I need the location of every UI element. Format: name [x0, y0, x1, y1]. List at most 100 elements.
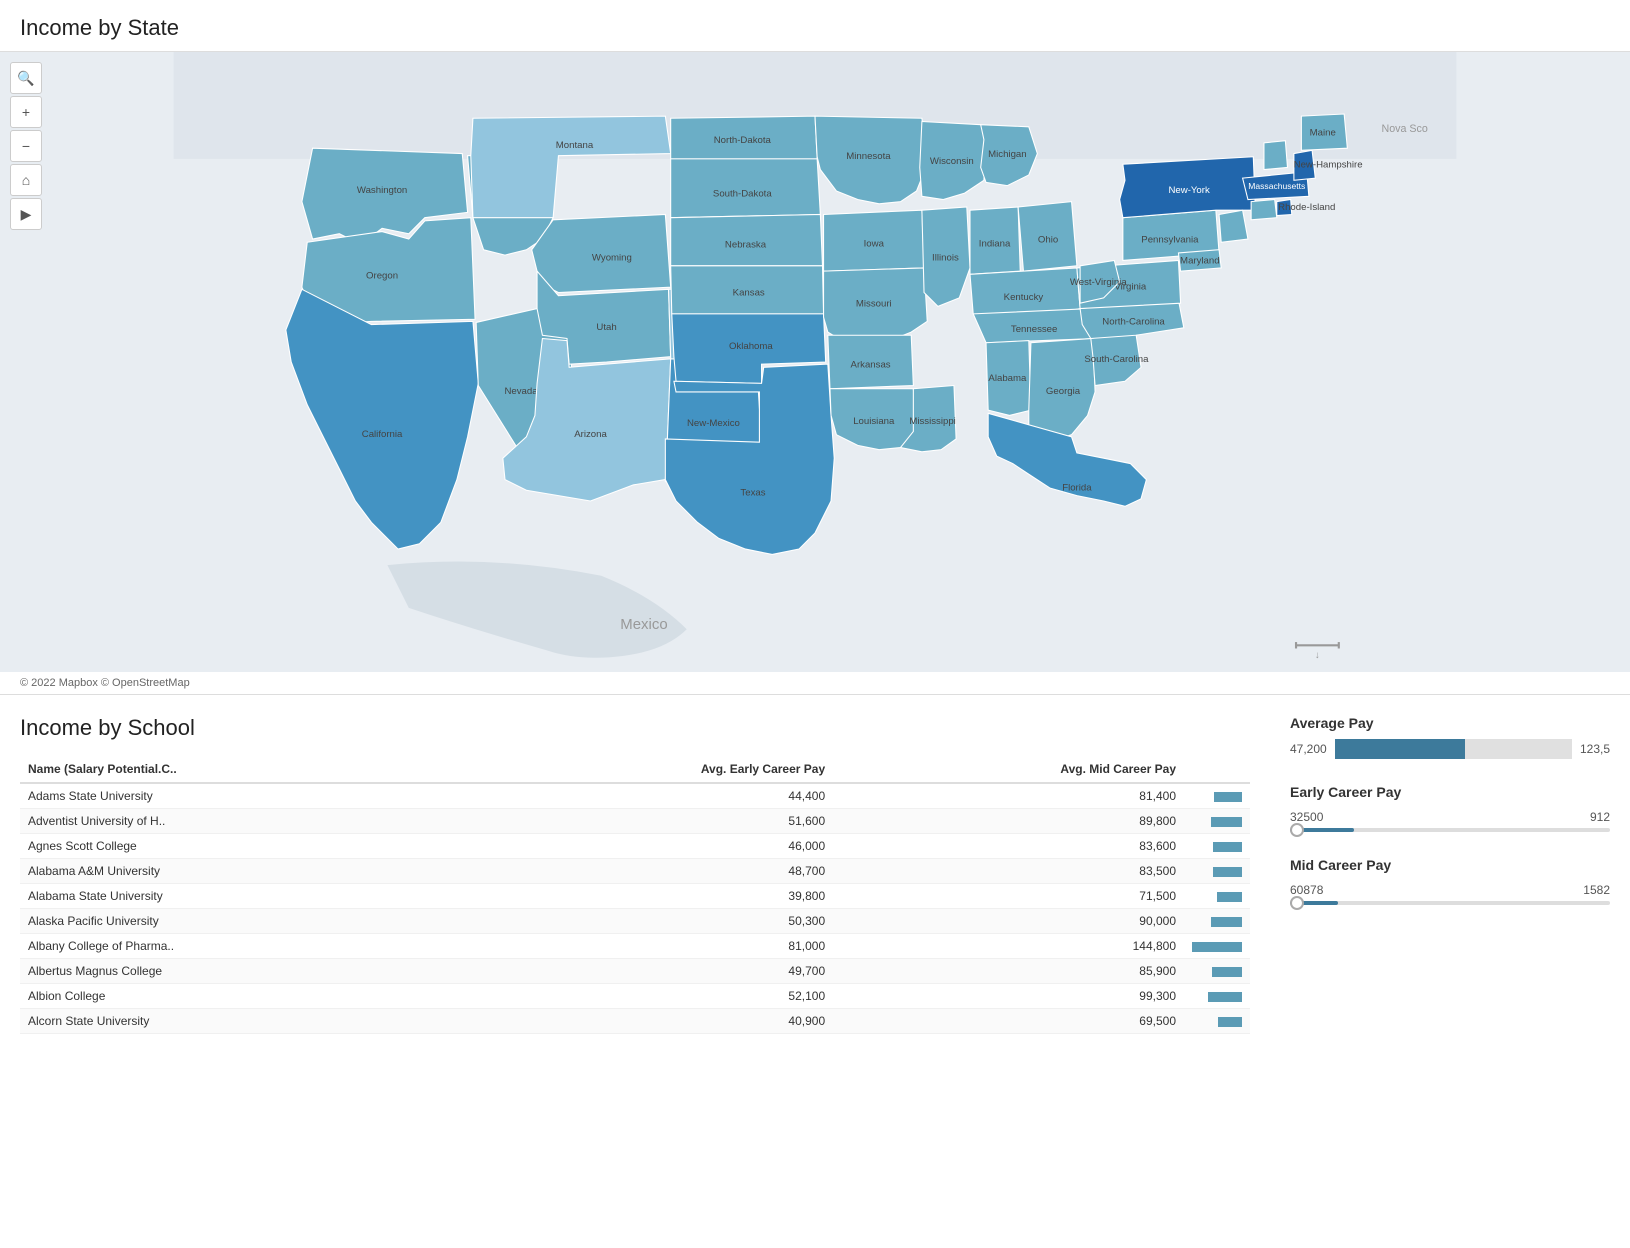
cell-mid: 85,900: [833, 959, 1184, 984]
table-row: Albion College 52,100 99,300: [20, 984, 1250, 1009]
mid-career-slider-container: 60878 1582: [1290, 883, 1610, 905]
cell-bar: [1184, 884, 1250, 909]
cell-mid: 71,500: [833, 884, 1184, 909]
col-name: Name (Salary Potential.C..: [20, 756, 459, 783]
mid-career-labels: 60878 1582: [1290, 883, 1610, 897]
avg-pay-min: 47,200: [1290, 742, 1327, 756]
svg-text:↓: ↓: [1315, 650, 1320, 661]
play-button[interactable]: ▶: [10, 198, 42, 230]
state-new-hampshire[interactable]: [1294, 150, 1315, 180]
cell-early: 51,600: [459, 809, 833, 834]
early-career-track: [1290, 828, 1610, 832]
cell-early: 52,100: [459, 984, 833, 1009]
table-row: Alabama A&M University 48,700 83,500: [20, 859, 1250, 884]
avg-pay-max: 123,5: [1580, 742, 1610, 756]
map-section: 🔍 + − ⌂ ▶: [0, 51, 1630, 695]
state-iowa[interactable]: [824, 210, 924, 271]
mid-career-max: 1582: [1583, 883, 1610, 897]
cell-early: 40,900: [459, 1009, 833, 1034]
state-connecticut[interactable]: [1251, 200, 1277, 220]
state-missouri[interactable]: [824, 268, 928, 341]
state-vermont[interactable]: [1264, 141, 1288, 170]
nova-scotia-label: Nova Sco: [1382, 123, 1428, 135]
search-button[interactable]: 🔍: [10, 62, 42, 94]
early-career-thumb[interactable]: [1290, 823, 1304, 837]
zoom-out-icon: −: [22, 138, 30, 154]
map-attribution: © 2022 Mapbox © OpenStreetMap: [0, 672, 1630, 694]
state-maryland[interactable]: [1178, 250, 1221, 271]
table-row: Alabama State University 39,800 71,500: [20, 884, 1250, 909]
cell-name: Agnes Scott College: [20, 834, 459, 859]
cell-name: Albion College: [20, 984, 459, 1009]
cell-bar: [1184, 809, 1250, 834]
state-arkansas[interactable]: [828, 335, 914, 388]
home-icon: ⌂: [22, 172, 30, 188]
cell-name: Alaska Pacific University: [20, 909, 459, 934]
state-indiana[interactable]: [970, 207, 1020, 274]
cell-mid: 81,400: [833, 783, 1184, 809]
state-south-dakota[interactable]: [671, 159, 821, 218]
cell-name: Alabama A&M University: [20, 859, 459, 884]
state-rhode-island[interactable]: [1277, 200, 1292, 216]
cell-bar: [1184, 984, 1250, 1009]
zoom-in-icon: +: [22, 104, 30, 120]
cell-early: 48,700: [459, 859, 833, 884]
state-wyoming[interactable]: [532, 214, 671, 292]
cell-name: Adams State University: [20, 783, 459, 809]
cell-bar: [1184, 859, 1250, 884]
zoom-out-button[interactable]: −: [10, 130, 42, 162]
cell-name: Alabama State University: [20, 884, 459, 909]
cell-early: 39,800: [459, 884, 833, 909]
cell-bar: [1184, 959, 1250, 984]
early-career-min: 32500: [1290, 810, 1323, 824]
cell-early: 46,000: [459, 834, 833, 859]
cell-mid: 90,000: [833, 909, 1184, 934]
mexico-label: Mexico: [620, 616, 667, 633]
state-nebraska[interactable]: [671, 214, 823, 265]
cell-early: 44,400: [459, 783, 833, 809]
cell-mid: 83,500: [833, 859, 1184, 884]
right-panel: Average Pay 47,200 123,5 Early Career Pa…: [1290, 715, 1610, 1034]
state-north-dakota[interactable]: [671, 116, 817, 159]
early-career-max: 912: [1590, 810, 1610, 824]
home-button[interactable]: ⌂: [10, 164, 42, 196]
state-new-jersey[interactable]: [1219, 210, 1248, 242]
page-title: Income by State: [0, 0, 1630, 51]
state-alabama[interactable]: [986, 341, 1031, 416]
state-new-york[interactable]: [1120, 157, 1256, 218]
early-career-slider-container: 32500 912: [1290, 810, 1610, 832]
search-icon: 🔍: [17, 70, 34, 87]
cell-bar: [1184, 1009, 1250, 1034]
table-row: Adams State University 44,400 81,400: [20, 783, 1250, 809]
avg-pay-fill: [1335, 739, 1465, 759]
cell-mid: 83,600: [833, 834, 1184, 859]
table-header-row: Name (Salary Potential.C.. Avg. Early Ca…: [20, 756, 1250, 783]
zoom-in-button[interactable]: +: [10, 96, 42, 128]
table-row: Albany College of Pharma.. 81,000 144,80…: [20, 934, 1250, 959]
cell-mid: 89,800: [833, 809, 1184, 834]
cell-mid: 69,500: [833, 1009, 1184, 1034]
col-bar: [1184, 756, 1250, 783]
mid-career-thumb[interactable]: [1290, 896, 1304, 910]
school-table: Name (Salary Potential.C.. Avg. Early Ca…: [20, 756, 1250, 1034]
bottom-section: Income by School Name (Salary Potential.…: [0, 695, 1630, 1054]
cell-mid: 144,800: [833, 934, 1184, 959]
us-map: Washington Oregon California Nevada Idah…: [0, 52, 1630, 672]
map-container: 🔍 + − ⌂ ▶: [0, 52, 1630, 672]
early-career-labels: 32500 912: [1290, 810, 1610, 824]
table-section: Income by School Name (Salary Potential.…: [20, 715, 1250, 1034]
mid-career-section: Mid Career Pay 60878 1582: [1290, 857, 1610, 905]
cell-name: Alcorn State University: [20, 1009, 459, 1034]
cell-name: Adventist University of H..: [20, 809, 459, 834]
mid-career-track: [1290, 901, 1610, 905]
cell-early: 81,000: [459, 934, 833, 959]
income-by-school-title: Income by School: [20, 715, 1250, 741]
cell-bar: [1184, 934, 1250, 959]
cell-mid: 99,300: [833, 984, 1184, 1009]
map-controls: 🔍 + − ⌂ ▶: [10, 62, 42, 230]
state-maine[interactable]: [1301, 114, 1347, 150]
state-kansas[interactable]: [671, 266, 824, 314]
table-row: Albertus Magnus College 49,700 85,900: [20, 959, 1250, 984]
state-ohio[interactable]: [1018, 202, 1077, 271]
state-tennessee[interactable]: [973, 309, 1095, 343]
